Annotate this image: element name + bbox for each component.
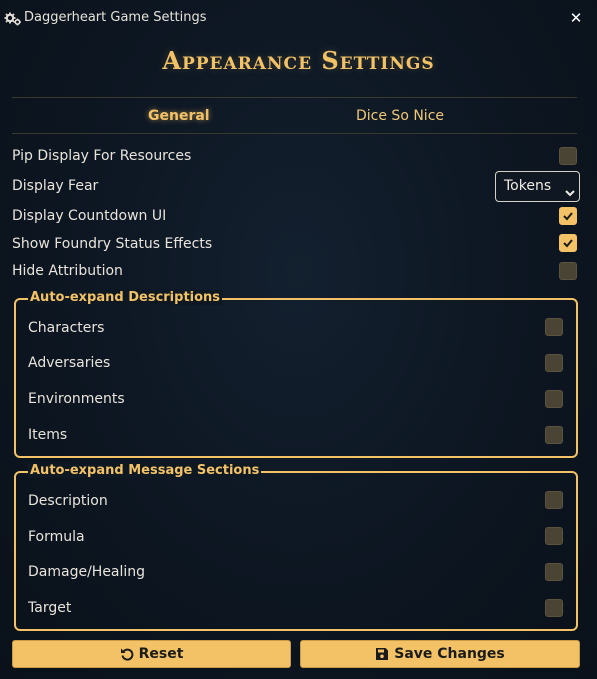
target-checkbox[interactable] [545,599,563,617]
description-checkbox[interactable] [545,491,563,509]
option-label-description: Description [28,493,108,509]
settings-window: Daggerheart Game Settings ✕ Appearance S… [0,0,597,679]
group-legend: Auto-expand Descriptions [28,290,223,305]
save-changes-button[interactable]: Save Changes [300,640,580,668]
option-label-adversaries: Adversaries [28,355,111,371]
auto-expand-message-sections-group: Auto-expand Message Sections Description… [14,463,578,631]
setting-label-status-effects: Show Foundry Status Effects [12,236,213,252]
reset-button-label: Reset [138,646,184,662]
display-fear-value: Tokens [504,178,552,194]
countdown-ui-checkbox[interactable] [559,207,577,225]
save-button-label: Save Changes [394,646,505,662]
display-fear-select[interactable]: Tokens [495,171,580,202]
close-button[interactable]: ✕ [568,10,584,26]
undo-icon [120,647,134,661]
setting-label-display-fear: Display Fear [12,178,99,194]
save-icon [375,647,389,661]
pip-display-checkbox[interactable] [559,147,577,165]
setting-label-pip-display: Pip Display For Resources [12,148,192,164]
option-label-formula: Formula [28,529,85,545]
option-label-items: Items [28,427,68,443]
environments-checkbox[interactable] [545,390,563,408]
auto-expand-descriptions-group: Auto-expand Descriptions Characters Adve… [14,290,578,458]
items-checkbox[interactable] [545,426,563,444]
reset-button[interactable]: Reset [12,640,291,668]
check-icon [563,212,573,221]
check-icon [563,239,573,248]
formula-checkbox[interactable] [545,527,563,545]
title-bar[interactable]: Daggerheart Game Settings ✕ [0,0,597,36]
group-legend: Auto-expand Message Sections [28,463,262,478]
page-title: Appearance Settings [162,46,435,75]
chevron-down-icon [565,182,575,201]
adversaries-checkbox[interactable] [545,354,563,372]
tab-bar: General Dice So Nice [12,97,577,134]
characters-checkbox[interactable] [545,318,563,336]
setting-label-countdown-ui: Display Countdown UI [12,208,167,224]
hide-attribution-checkbox[interactable] [559,262,577,280]
option-label-target: Target [28,600,72,616]
option-label-characters: Characters [28,320,105,336]
status-effects-checkbox[interactable] [559,234,577,252]
window-title: Daggerheart Game Settings [24,10,207,25]
gears-icon [4,11,22,26]
setting-label-hide-attribution: Hide Attribution [12,263,123,279]
tab-dice-so-nice[interactable]: Dice So Nice [356,108,444,124]
option-label-environments: Environments [28,391,125,407]
option-label-damage-healing: Damage/Healing [28,564,146,580]
tab-general[interactable]: General [148,108,210,124]
damage-healing-checkbox[interactable] [545,563,563,581]
